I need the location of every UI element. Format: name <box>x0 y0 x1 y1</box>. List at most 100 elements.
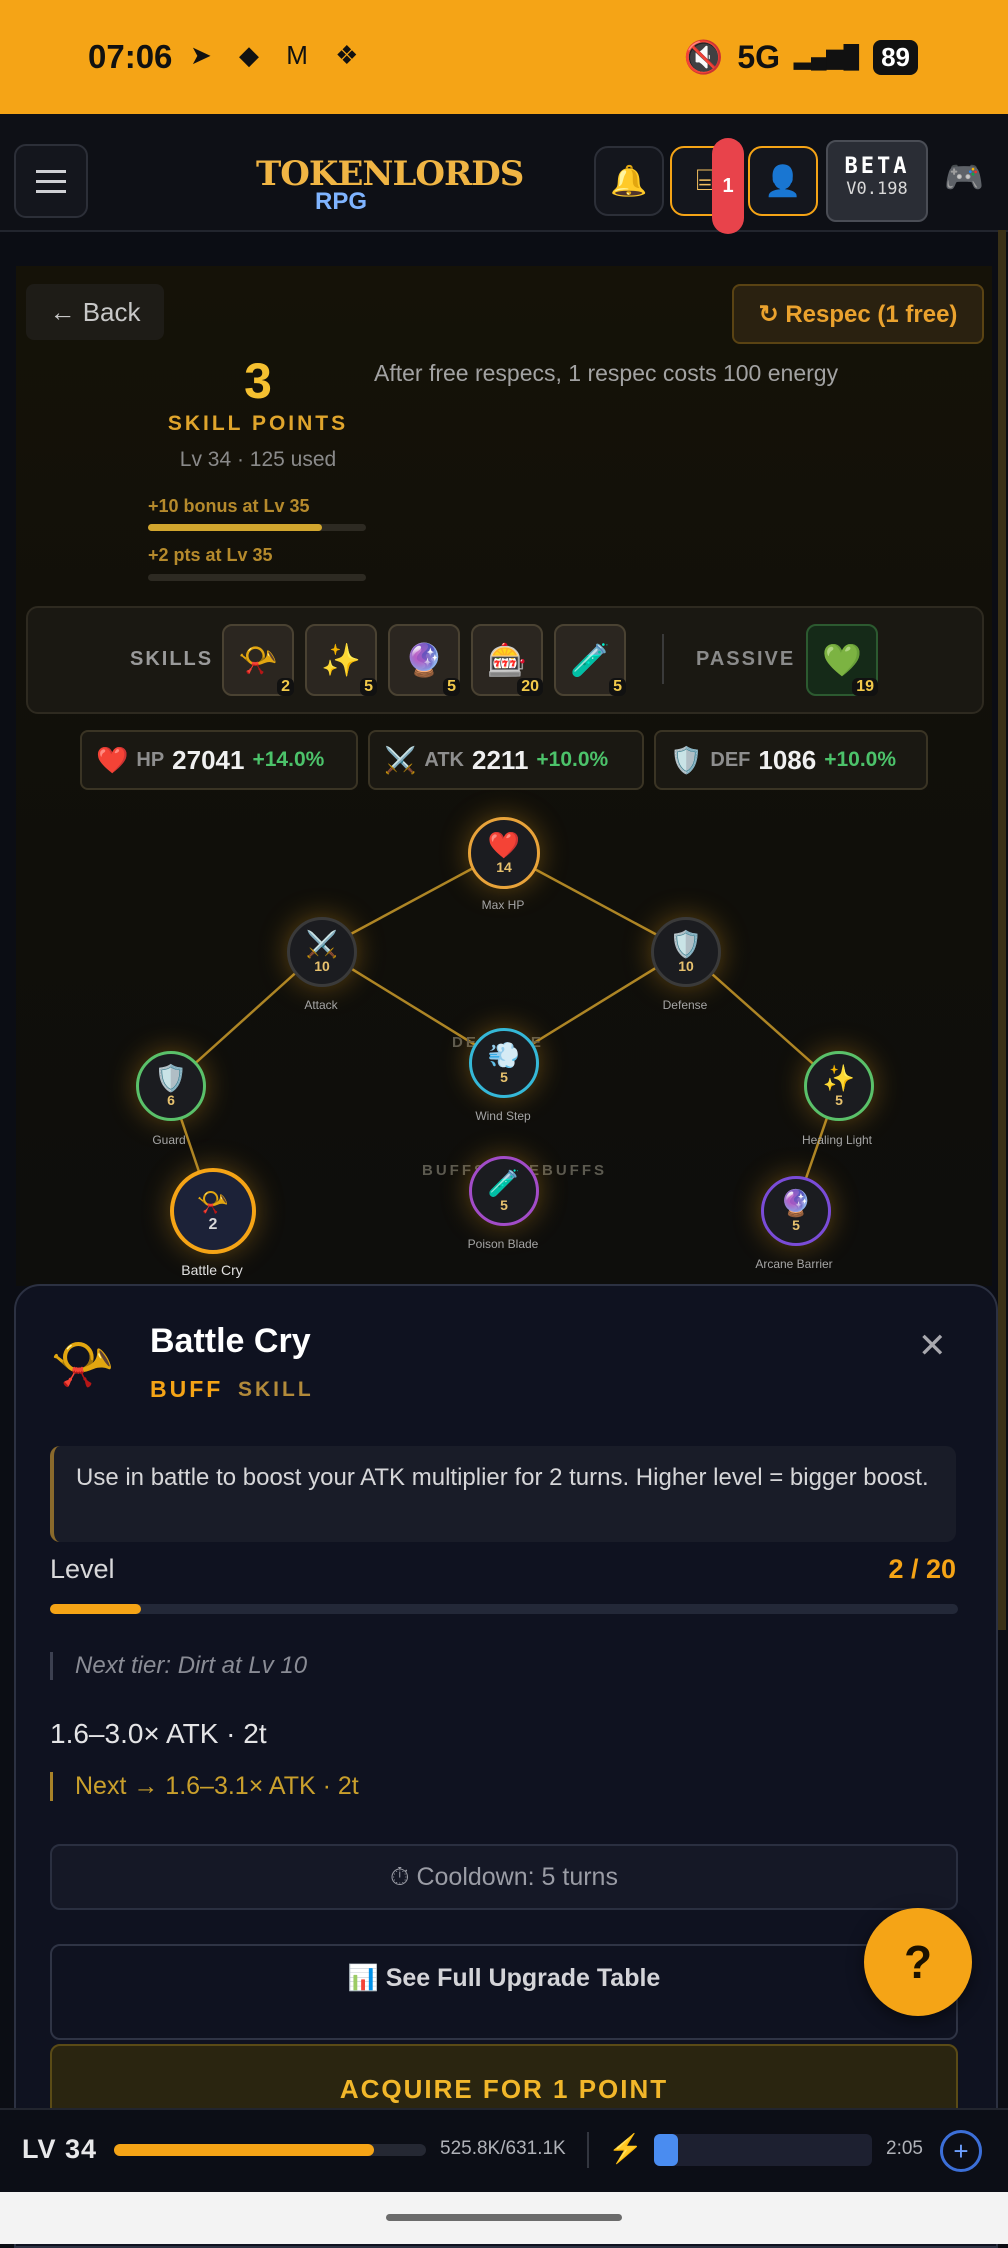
slot-level: 2 <box>277 678 294 696</box>
status-bar: 07:06 ➤ ◆ M ❖ 🔇 5G ▂▄▆█ 89 <box>0 0 1008 114</box>
skill-slot-3[interactable]: 🔮 5 <box>388 624 460 696</box>
node-level: 10 <box>678 958 694 974</box>
node-level: 14 <box>496 859 512 875</box>
network-label: 5G <box>737 38 781 75</box>
stat-def: 🛡️ DEF 1086 +10.0% <box>654 730 928 790</box>
discord-icon[interactable]: 🎮 <box>944 158 984 196</box>
node-level: 5 <box>792 1217 800 1233</box>
node-circle: 📯 2 <box>170 1168 256 1254</box>
swords-icon: ⚔️ <box>305 929 339 959</box>
notifications-button[interactable]: 🔔 <box>594 146 664 216</box>
node-max-hp[interactable]: ❤️ 14 <box>468 817 540 889</box>
respec-button[interactable]: ↻ Respec (1 free) <box>732 284 984 344</box>
stat-bonus: +14.0% <box>252 748 325 771</box>
bar-divider <box>587 2132 589 2168</box>
beta-label: BETA <box>844 154 910 179</box>
heart-icon: ❤️ <box>96 744 129 775</box>
energy-progress-bar <box>654 2134 872 2166</box>
swords-icon: ⚔️ <box>384 744 417 775</box>
node-label: Attack <box>304 998 338 1012</box>
menu-button[interactable] <box>14 144 88 218</box>
stat-value: 27041 <box>172 744 245 775</box>
home-indicator[interactable] <box>386 2214 622 2221</box>
level-label: Level <box>50 1554 115 1584</box>
skills-label: SKILLS <box>130 648 214 670</box>
bonus-progress-1 <box>148 524 366 531</box>
node-circle: 🧪 5 <box>469 1156 539 1226</box>
stat-value: 2211 <box>472 744 529 775</box>
user-icon: 👤 <box>764 164 802 198</box>
player-level: LV 34 <box>22 2134 98 2164</box>
node-battle-cry[interactable]: 📯 2 <box>170 1168 256 1254</box>
skill-slot-2[interactable]: ✨ 5 <box>305 624 377 696</box>
node-healing-light[interactable]: ✨ 5 <box>804 1051 874 1121</box>
shield-icon: 🛡️ <box>154 1063 188 1093</box>
node-level: 2 <box>208 1216 218 1233</box>
level-value: 2 / 20 <box>888 1554 956 1584</box>
notification-badge: 1 <box>712 138 744 234</box>
passive-slot[interactable]: 💚 19 <box>806 624 878 696</box>
node-label: Arcane Barrier <box>755 1257 833 1271</box>
node-label: Healing Light <box>801 1133 873 1147</box>
profile-button[interactable]: 👤 <box>748 146 818 216</box>
help-button[interactable]: ? <box>864 1908 972 2016</box>
stat-hp: ❤️ HP 27041 +14.0% <box>80 730 358 790</box>
skill-tree: DEFENSE BUFFS & DEBUFFS ❤️14 Max HP ⚔️10… <box>0 800 1008 1290</box>
crystal-ball-icon: 🔮 <box>779 1188 813 1218</box>
shield-icon: 🛡️ <box>669 929 703 959</box>
skill-slot-5[interactable]: 🧪 5 <box>554 624 626 696</box>
horn-icon: 📯 <box>50 1336 115 1394</box>
node-label: Defense <box>662 998 708 1012</box>
node-wind-step[interactable]: 💨 5 <box>469 1028 539 1098</box>
potion-icon: 🧪 <box>570 642 610 678</box>
node-attack[interactable]: ⚔️ 10 <box>287 917 357 987</box>
full-upgrade-table-button[interactable]: 📊 See Full Upgrade Table <box>50 1944 958 2040</box>
current-effect: 1.6–3.0× ATK · 2t <box>50 1718 267 1749</box>
node-level: 5 <box>835 1092 843 1108</box>
bonus-milestone-1: +10 bonus at Lv 35 <box>148 496 310 516</box>
skill-slot-1[interactable]: 📯 2 <box>222 624 294 696</box>
add-energy-button[interactable]: + <box>940 2130 982 2172</box>
sparkles-icon: ✨ <box>822 1063 856 1093</box>
back-button[interactable]: ← Back <box>26 284 164 340</box>
level-progress-bar <box>50 1604 958 1614</box>
node-level: 6 <box>167 1092 175 1108</box>
node-circle: ❤️ 14 <box>468 817 540 889</box>
logo[interactable]: TOKENLORDS RPG <box>256 154 524 216</box>
node-circle: 🛡️ 10 <box>651 917 721 987</box>
skill-category: SKILL <box>238 1378 314 1401</box>
node-defense[interactable]: 🛡️ 10 <box>651 917 721 987</box>
battery-indicator: 89 <box>873 39 918 75</box>
stat-name: DEF <box>710 748 751 771</box>
close-icon[interactable]: ✕ <box>918 1326 947 1366</box>
slot-level: 5 <box>443 678 460 696</box>
node-circle: 💨 5 <box>469 1028 539 1098</box>
node-poison-blade[interactable]: 🧪 5 <box>469 1156 539 1226</box>
respec-info: After free respecs, 1 respec costs 100 e… <box>374 360 839 386</box>
bonus-milestone-2: +2 pts at Lv 35 <box>148 545 273 565</box>
stat-atk: ⚔️ ATK 2211 +10.0% <box>368 730 644 790</box>
node-level: 5 <box>500 1197 508 1213</box>
node-label: Wind Step <box>475 1109 531 1123</box>
skill-slot-4[interactable]: 🎰 20 <box>471 624 543 696</box>
stat-value: 1086 <box>758 744 817 775</box>
xp-text: 525.8K/631.1K <box>440 2138 566 2159</box>
acquire-button[interactable]: ACQUIRE FOR 1 POINT <box>50 2044 958 2110</box>
beta-badge[interactable]: BETA V0.198 <box>826 140 928 222</box>
node-label: Max HP <box>481 898 525 912</box>
passive-label: PASSIVE <box>696 648 796 670</box>
hamburger-icon <box>36 169 66 173</box>
node-circle: 🔮 5 <box>761 1176 831 1246</box>
stat-bonus: +10.0% <box>824 748 897 771</box>
sparkles-icon: ✨ <box>321 642 361 678</box>
level-used-text: Lv 34 · 125 used <box>179 448 337 471</box>
next-tier-note: Next tier: Dirt at Lv 10 <box>50 1652 307 1680</box>
green-heart-icon: 💚 <box>822 642 862 678</box>
node-arcane-barrier[interactable]: 🔮 5 <box>761 1176 831 1246</box>
cooldown-info: ⏱ Cooldown: 5 turns <box>50 1844 958 1910</box>
node-guard[interactable]: 🛡️ 6 <box>136 1051 206 1121</box>
signal-icon: ▂▄▆█ <box>794 44 860 69</box>
slot-level: 5 <box>609 678 626 696</box>
stat-name: ATK <box>424 748 464 771</box>
notification-icons: ➤ ◆ M ❖ <box>190 40 369 70</box>
